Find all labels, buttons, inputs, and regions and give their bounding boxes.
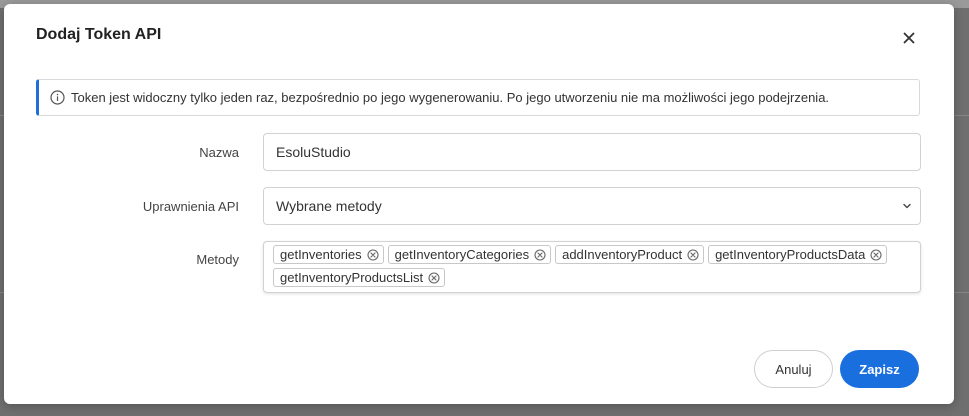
methods-multiselect[interactable]: getInventories getInventoryCategories addI… xyxy=(263,241,921,293)
close-button[interactable] xyxy=(900,29,918,47)
methods-label: Metody xyxy=(196,252,239,267)
save-button[interactable]: Zapisz xyxy=(840,350,919,388)
method-tag-label: getInventoryProductsList xyxy=(280,270,424,285)
cancel-button[interactable]: Anuluj xyxy=(754,350,833,388)
method-tag-label: addInventoryProduct xyxy=(562,247,683,262)
remove-tag-icon[interactable] xyxy=(687,248,699,261)
permissions-select[interactable]: Wybrane metody xyxy=(263,187,921,225)
remove-tag-icon[interactable] xyxy=(870,248,882,261)
info-icon xyxy=(50,90,65,105)
method-tag: addInventoryProduct xyxy=(555,245,705,264)
method-tag: getInventories xyxy=(273,245,384,264)
method-tag-label: getInventoryProductsData xyxy=(715,247,866,262)
permissions-label: Uprawnienia API xyxy=(142,199,239,214)
method-tag: getInventoryProductsData xyxy=(708,245,888,264)
add-api-token-dialog: Dodaj Token API Token jest widoczny tylk… xyxy=(4,4,954,404)
name-label: Nazwa xyxy=(199,145,239,160)
name-input[interactable] xyxy=(263,133,921,171)
remove-tag-icon[interactable] xyxy=(428,271,440,284)
info-notice: Token jest widoczny tylko jeden raz, bez… xyxy=(36,79,920,116)
info-text: Token jest widoczny tylko jeden raz, bez… xyxy=(71,90,830,105)
remove-tag-icon[interactable] xyxy=(534,248,546,261)
chevron-down-icon xyxy=(903,203,911,209)
method-tag-label: getInventoryCategories xyxy=(394,247,530,262)
dialog-title: Dodaj Token API xyxy=(36,26,162,43)
permissions-selected-value: Wybrane metody xyxy=(276,198,382,214)
close-icon xyxy=(903,32,915,44)
method-tag: getInventoryCategories xyxy=(387,245,552,264)
method-tag: getInventoryProductsList xyxy=(273,268,446,287)
method-tag-label: getInventories xyxy=(280,247,362,262)
remove-tag-icon[interactable] xyxy=(367,248,379,261)
